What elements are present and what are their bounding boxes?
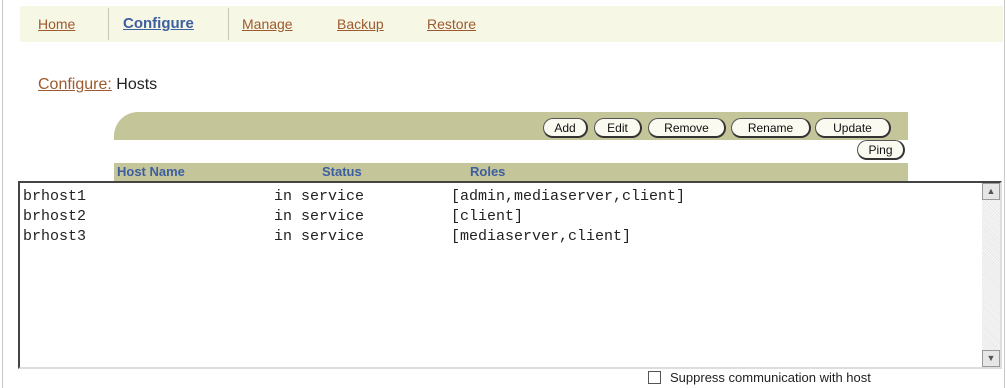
- hosts-list[interactable]: brhost1 in service [admin,mediaserver,cl…: [18, 181, 1002, 369]
- scroll-up-icon[interactable]: ▲: [982, 183, 1000, 200]
- edit-button[interactable]: Edit: [594, 118, 642, 138]
- column-header-roles: Roles: [470, 164, 506, 179]
- suppress-communication-option: Suppress communication with host: [648, 370, 871, 385]
- column-header-host-name: Host Name: [117, 164, 185, 179]
- ping-button[interactable]: Ping: [857, 140, 905, 160]
- status-cell: in service: [274, 208, 365, 225]
- column-header-status: Status: [322, 164, 362, 179]
- host-name-cell: brhost2: [23, 208, 87, 225]
- suppress-communication-checkbox[interactable]: [648, 371, 661, 384]
- status-cell: in service: [274, 228, 365, 245]
- add-button[interactable]: Add: [543, 118, 588, 138]
- column-header-row: Host Name Status Roles: [114, 163, 908, 181]
- tab-backup[interactable]: Backup: [337, 6, 384, 42]
- host-name-cell: brhost1: [23, 188, 87, 205]
- breadcrumb-configure-link[interactable]: Configure:: [38, 76, 112, 93]
- page-title: Hosts: [116, 76, 158, 93]
- update-button[interactable]: Update: [815, 118, 891, 138]
- hosts-list-rows: brhost1 in service [admin,mediaserver,cl…: [23, 187, 685, 247]
- rename-button[interactable]: Rename: [731, 118, 811, 138]
- remove-button[interactable]: Remove: [648, 118, 726, 138]
- roles-cell: [admin,mediaserver,client]: [451, 188, 686, 205]
- roles-cell: [client]: [451, 208, 524, 225]
- tab-restore[interactable]: Restore: [427, 6, 476, 42]
- list-item[interactable]: brhost2 in service [client]: [23, 207, 523, 227]
- suppress-communication-label: Suppress communication with host: [670, 370, 871, 385]
- roles-cell: [mediaserver,client]: [451, 228, 632, 245]
- tab-separator: [228, 8, 229, 40]
- tab-separator: [108, 8, 109, 40]
- scroll-down-icon[interactable]: ▼: [982, 350, 1000, 367]
- vertical-scrollbar[interactable]: ▲ ▼: [982, 183, 1000, 367]
- status-cell: in service: [274, 188, 365, 205]
- tab-bar: Home Configure Manage Backup Restore: [20, 6, 1003, 42]
- tab-home[interactable]: Home: [38, 6, 75, 42]
- list-item[interactable]: brhost3 in service [mediaserver,client]: [23, 227, 631, 247]
- tab-configure[interactable]: Configure: [123, 6, 194, 42]
- breadcrumb: Configure: Hosts: [38, 76, 157, 94]
- host-name-cell: brhost3: [23, 228, 87, 245]
- tab-manage[interactable]: Manage: [242, 6, 293, 42]
- list-item[interactable]: brhost1 in service [admin,mediaserver,cl…: [23, 187, 685, 207]
